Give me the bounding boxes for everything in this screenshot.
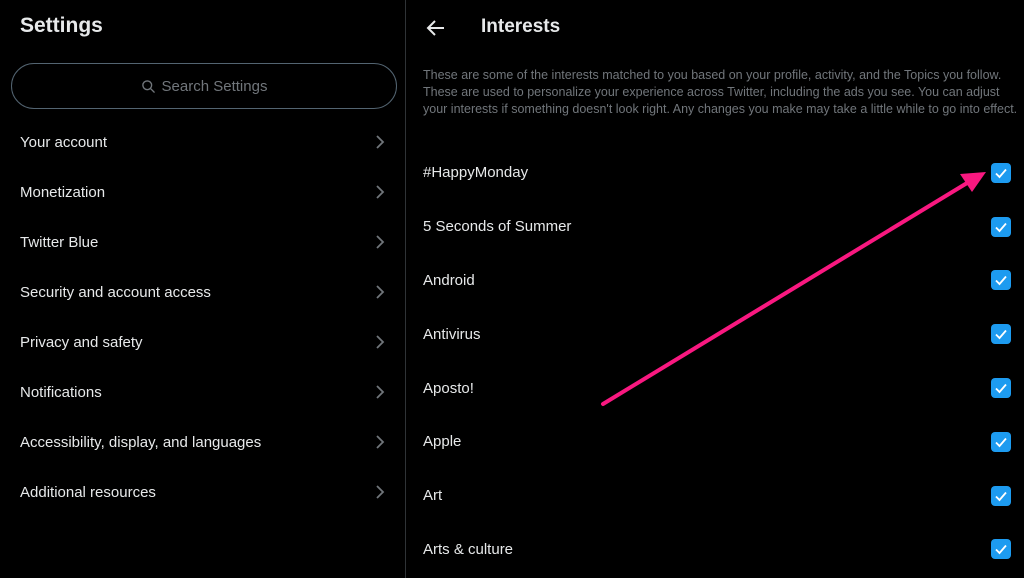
interest-checkbox[interactable] <box>991 216 1011 237</box>
interest-label: Aposto! <box>423 379 474 397</box>
interests-list: #HappyMonday 5 Seconds of Summer Android… <box>406 146 1024 576</box>
sidebar-item-security[interactable]: Security and account access <box>0 267 405 317</box>
interest-label: Antivirus <box>423 325 481 343</box>
settings-menu: Your account Monetization Twitter Blue S… <box>0 117 405 517</box>
check-icon <box>995 276 1007 286</box>
sidebar-item-notifications[interactable]: Notifications <box>0 367 405 417</box>
sidebar-item-label: Notifications <box>20 383 102 401</box>
chevron-right-icon <box>375 234 385 250</box>
interest-checkbox[interactable] <box>991 378 1011 399</box>
check-icon <box>995 383 1007 394</box>
interest-label: Android <box>423 271 475 289</box>
interest-checkbox[interactable] <box>991 324 1011 345</box>
interest-label: Art <box>423 487 443 505</box>
sidebar-item-label: Your account <box>20 133 108 151</box>
list-item: Art <box>406 469 1024 523</box>
check-icon <box>995 545 1007 555</box>
interest-label: Apple <box>423 433 462 451</box>
search-placeholder: Search Settings <box>161 77 268 95</box>
chevron-right-icon <box>375 334 385 350</box>
interest-checkbox[interactable] <box>991 539 1011 560</box>
interest-label: 5 Seconds of Summer <box>423 218 572 236</box>
settings-title: Settings <box>20 14 103 37</box>
list-item: Arts & culture <box>406 523 1024 577</box>
sidebar-item-additional-resources[interactable]: Additional resources <box>0 467 405 517</box>
sidebar-item-privacy[interactable]: Privacy and safety <box>0 317 405 367</box>
page-title: Interests <box>481 16 561 37</box>
interests-description: These are some of the interests matched … <box>423 68 1018 116</box>
chevron-right-icon <box>375 134 385 150</box>
sidebar-item-accessibility[interactable]: Accessibility, display, and languages <box>0 417 405 467</box>
check-icon <box>995 222 1007 233</box>
list-item: Apple <box>406 415 1024 469</box>
chevron-right-icon <box>375 184 385 200</box>
sidebar-item-label: Privacy and safety <box>20 333 143 351</box>
interest-label: Arts & culture <box>423 540 514 558</box>
settings-sidebar: Settings Search Settings Your account Mo… <box>0 0 406 578</box>
sidebar-item-label: Security and account access <box>20 283 211 301</box>
check-icon <box>995 330 1007 340</box>
sidebar-item-label: Twitter Blue <box>20 233 99 251</box>
check-icon <box>995 491 1007 501</box>
sidebar-item-label: Additional resources <box>20 483 156 501</box>
sidebar-item-label: Accessibility, display, and languages <box>20 433 262 451</box>
search-icon <box>141 79 155 93</box>
list-item: Android <box>406 254 1024 308</box>
chevron-right-icon <box>375 384 385 400</box>
check-icon <box>995 437 1007 448</box>
check-icon <box>995 168 1007 179</box>
list-item: Antivirus <box>406 307 1024 361</box>
interest-label: #HappyMonday <box>423 164 529 182</box>
interests-panel: Interests These are some of the interest… <box>406 0 1024 578</box>
search-settings-input[interactable]: Search Settings <box>11 63 397 109</box>
list-item: 5 Seconds of Summer <box>406 200 1024 254</box>
sidebar-item-monetization[interactable]: Monetization <box>0 167 405 217</box>
interest-checkbox[interactable] <box>991 431 1011 452</box>
chevron-right-icon <box>375 284 385 300</box>
sidebar-item-twitter-blue[interactable]: Twitter Blue <box>0 217 405 267</box>
interest-checkbox[interactable] <box>991 270 1011 291</box>
interest-checkbox[interactable] <box>991 162 1011 183</box>
list-item: Aposto! <box>406 361 1024 415</box>
chevron-right-icon <box>375 484 385 500</box>
chevron-right-icon <box>375 434 385 450</box>
back-button[interactable] <box>424 16 448 40</box>
sidebar-item-your-account[interactable]: Your account <box>0 117 405 167</box>
arrow-left-icon <box>426 20 444 36</box>
sidebar-item-label: Monetization <box>20 183 106 201</box>
list-item: #HappyMonday <box>406 146 1024 200</box>
app-window: Settings Search Settings Your account Mo… <box>0 0 1024 578</box>
interest-checkbox[interactable] <box>991 485 1011 506</box>
